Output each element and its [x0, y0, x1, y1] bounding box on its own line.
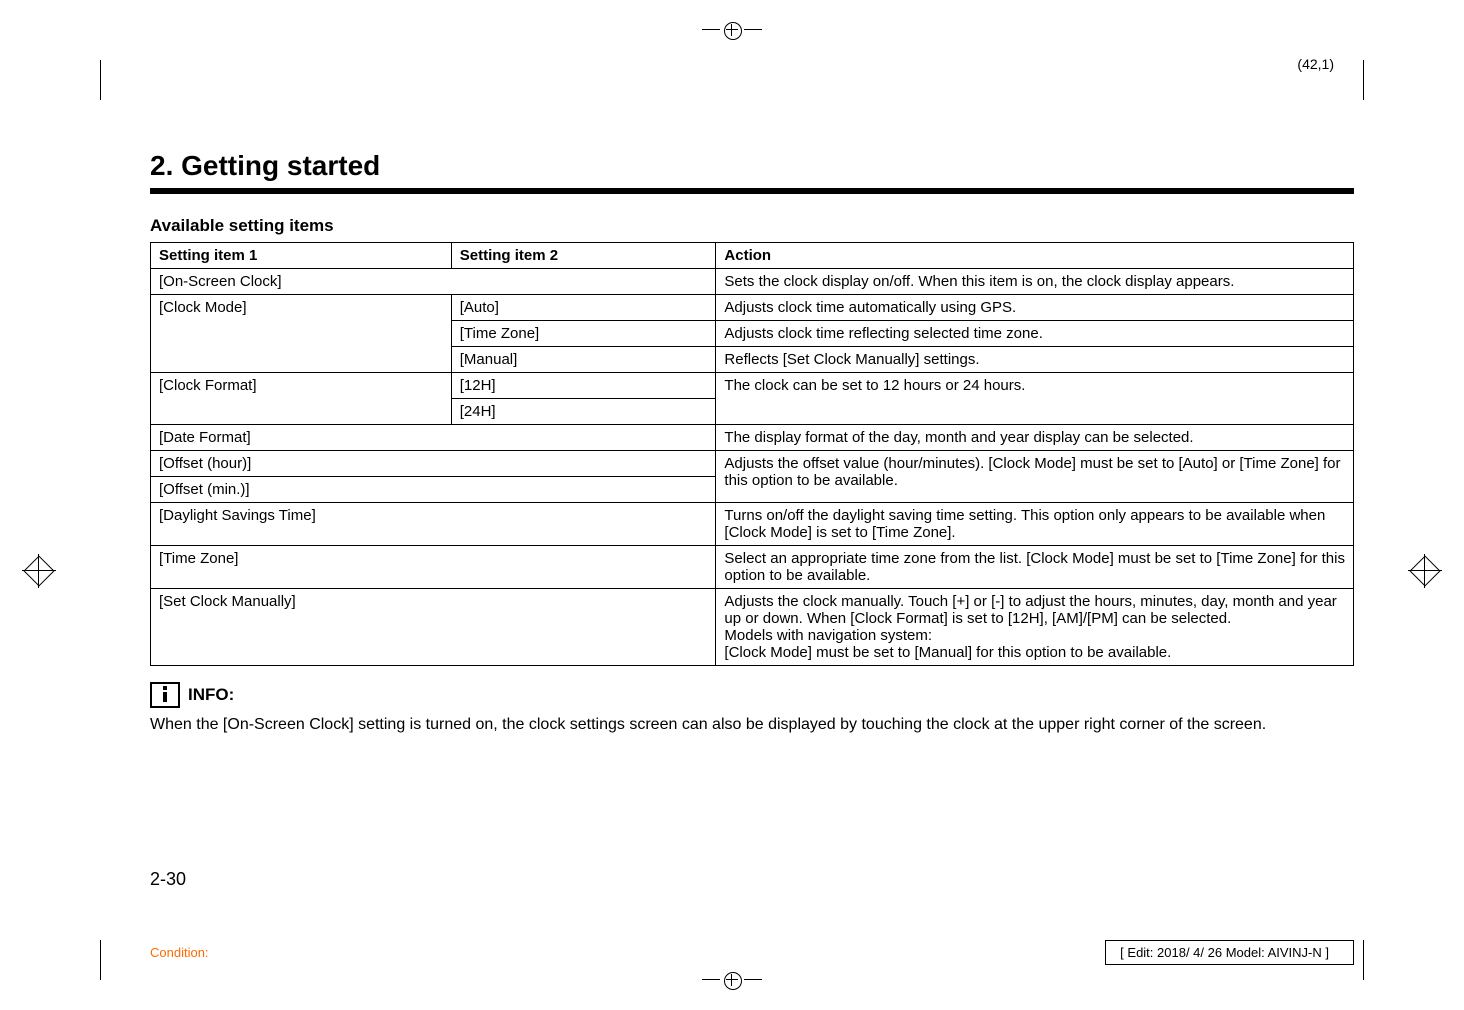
crop-mark-top [702, 20, 762, 40]
cell-time-zone: [Time Zone] [451, 321, 716, 347]
table-row: [Date Format] The display format of the … [151, 425, 1354, 451]
cell-action: Adjusts the clock manually. Touch [+] or… [716, 589, 1354, 666]
condition-label: Condition: [150, 945, 209, 960]
cell-action: The clock can be set to 12 hours or 24 h… [716, 373, 1354, 425]
cell-action: Adjusts the offset value (hour/minutes).… [716, 451, 1354, 503]
cell-manual: [Manual] [451, 347, 716, 373]
trim-tick [1363, 60, 1364, 100]
info-icon [150, 682, 180, 708]
table-row: [Set Clock Manually] Adjusts the clock m… [151, 589, 1354, 666]
trim-tick [100, 940, 101, 980]
cell-action: Turns on/off the daylight saving time se… [716, 503, 1354, 546]
cell-date-format: [Date Format] [151, 425, 716, 451]
cell-action: Sets the clock display on/off. When this… [716, 269, 1354, 295]
available-setting-items-heading: Available setting items [150, 216, 1354, 236]
th-setting-item-2: Setting item 2 [451, 243, 716, 269]
heading-rule [150, 188, 1354, 194]
settings-table: Setting item 1 Setting item 2 Action [On… [150, 242, 1354, 666]
table-row: [Clock Format] [12H] The clock can be se… [151, 373, 1354, 399]
crop-mark-left [28, 560, 50, 582]
cell-clock-format: [Clock Format] [151, 373, 452, 425]
table-row: [Offset (hour)] Adjusts the offset value… [151, 451, 1354, 477]
cell-set-clock-manually: [Set Clock Manually] [151, 589, 716, 666]
info-text: When the [On-Screen Clock] setting is tu… [150, 714, 1354, 736]
cell-action: Reflects [Set Clock Manually] settings. [716, 347, 1354, 373]
cell-offset-hour: [Offset (hour)] [151, 451, 716, 477]
cell-action: The display format of the day, month and… [716, 425, 1354, 451]
cell-clock-mode: [Clock Mode] [151, 295, 452, 373]
page-number: 2-30 [150, 869, 186, 890]
table-row: [Daylight Savings Time] Turns on/off the… [151, 503, 1354, 546]
cell-daylight-savings: [Daylight Savings Time] [151, 503, 716, 546]
edit-info-box: [ Edit: 2018/ 4/ 26 Model: AIVINJ-N ] [1105, 940, 1354, 965]
crop-mark-bottom [702, 970, 762, 990]
cell-action: Adjusts clock time automatically using G… [716, 295, 1354, 321]
info-label: INFO: [188, 685, 234, 705]
cell-auto: [Auto] [451, 295, 716, 321]
sheet-coordinate: (42,1) [1297, 56, 1334, 72]
table-row: [Time Zone] Select an appropriate time z… [151, 546, 1354, 589]
cell-24h: [24H] [451, 399, 716, 425]
cell-action: Adjusts clock time reflecting selected t… [716, 321, 1354, 347]
table-row: [Clock Mode] [Auto] Adjusts clock time a… [151, 295, 1354, 321]
th-action: Action [716, 243, 1354, 269]
trim-tick [1363, 940, 1364, 980]
section-heading: 2. Getting started [150, 150, 1354, 182]
th-setting-item-1: Setting item 1 [151, 243, 452, 269]
cell-on-screen-clock: [On-Screen Clock] [151, 269, 716, 295]
cell-12h: [12H] [451, 373, 716, 399]
table-header-row: Setting item 1 Setting item 2 Action [151, 243, 1354, 269]
cell-action: Select an appropriate time zone from the… [716, 546, 1354, 589]
crop-mark-right [1414, 560, 1436, 582]
trim-tick [100, 60, 101, 100]
cell-offset-min: [Offset (min.)] [151, 477, 716, 503]
table-row: [On-Screen Clock] Sets the clock display… [151, 269, 1354, 295]
cell-time-zone-row: [Time Zone] [151, 546, 716, 589]
